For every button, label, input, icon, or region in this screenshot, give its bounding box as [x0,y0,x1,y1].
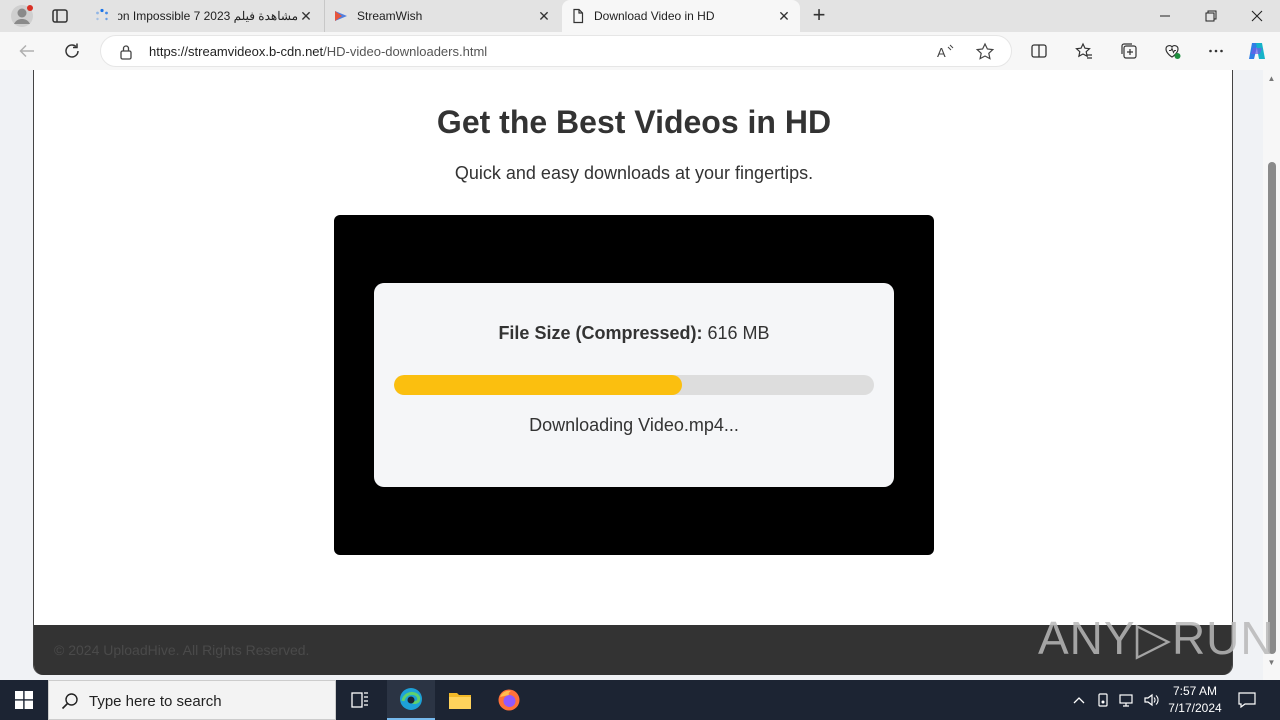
refresh-icon[interactable] [61,40,83,62]
search-icon [61,692,79,710]
task-view-icon[interactable] [336,680,384,720]
tab-close-button[interactable]: ✕ [776,8,792,24]
browser-toolbar: https://streamvideox.b-cdn.net/HD-video-… [0,32,1280,70]
tab-title: StreamWish [357,9,423,23]
profile-avatar-icon[interactable] [10,4,34,28]
favorite-star-icon[interactable] [975,42,995,62]
minimize-button[interactable] [1142,0,1188,32]
clock-date: 7/17/2024 [1168,701,1222,715]
tab-actions-icon[interactable] [51,7,69,25]
download-progress-fill [394,375,682,395]
read-aloud-icon[interactable]: A [935,42,955,62]
tab-title: Download Video in HD [594,9,715,23]
lock-icon[interactable] [119,44,133,60]
tab-download-video[interactable]: Download Video in HD ✕ [562,0,800,32]
page-container: Get the Best Videos in HD Quick and easy… [33,70,1233,675]
scroll-up-icon[interactable]: ▲ [1266,74,1277,84]
download-progress-bar [394,375,874,395]
file-explorer-icon[interactable] [436,680,484,720]
page-headline: Get the Best Videos in HD [436,104,832,140]
taskbar-clock[interactable]: 7:57 AM 7/17/2024 [1160,683,1230,717]
loading-spinner-icon [94,8,110,24]
new-tab-button[interactable]: + [808,4,830,27]
tab-movie[interactable]: مشاهدة فيلم Mission Impossible 7 2023 ✕ [86,0,322,32]
firefox-icon[interactable] [485,680,533,720]
favorites-icon[interactable] [1073,40,1095,62]
scrollbar-thumb[interactable] [1268,162,1276,654]
page-scrollbar[interactable]: ▲ ▼ [1263,70,1280,680]
collections-icon[interactable] [1118,40,1140,62]
close-window-button[interactable] [1234,0,1280,32]
more-options-icon[interactable] [1205,40,1227,62]
windows-start-icon[interactable] [0,680,48,720]
volume-icon[interactable] [1140,680,1162,720]
tab-close-button[interactable]: ✕ [298,8,314,24]
document-icon [570,8,586,24]
url-text[interactable]: https://streamvideox.b-cdn.net/HD-video-… [149,44,487,59]
show-hidden-icons-chevron-icon[interactable] [1068,680,1090,720]
clock-time: 7:57 AM [1172,684,1218,698]
tab-title: مشاهدة فيلم Mission Impossible 7 2023 [118,9,298,23]
tab-strip: مشاهدة فيلم Mission Impossible 7 2023 ✕ … [0,0,1280,32]
watermark-text: ANY▷RUN [1038,612,1275,664]
download-panel: File Size (Compressed): 616 MB Downloadi… [374,283,894,487]
windows-taskbar: Type here to search 7:57 AM 7/17/2024 [0,680,1280,720]
page-viewport: Get the Best Videos in HD Quick and easy… [0,70,1280,680]
url-path: /HD-video-downloaders.html [323,44,488,59]
file-size-value: 616 MB [707,323,770,343]
page-subheadline: Quick and easy downloads at your fingert… [454,163,814,183]
video-player[interactable]: File Size (Compressed): 616 MB Downloadi… [334,215,934,555]
tab-close-button[interactable]: ✕ [536,8,552,24]
file-size-label: File Size (Compressed): [498,323,703,343]
svg-text:A: A [937,45,946,60]
file-size-text: File Size (Compressed): 616 MB [374,323,894,344]
notification-icon[interactable] [1236,680,1258,720]
download-status: Downloading Video.mp4... [529,415,739,435]
streamwish-logo-icon [333,8,349,24]
address-bar[interactable]: https://streamvideox.b-cdn.net/HD-video-… [100,35,1012,67]
network-icon[interactable] [1116,680,1138,720]
footer-copyright: © 2024 UploadHive. All Rights Reserved. [54,642,310,658]
search-placeholder: Type here to search [89,693,222,710]
copilot-icon[interactable] [1246,40,1268,62]
device-tray-icon[interactable] [1092,680,1114,720]
back-arrow-icon[interactable] [16,40,38,62]
url-host: https://streamvideox.b-cdn.net [149,44,324,59]
browser-essentials-icon[interactable] [1161,40,1183,62]
restore-button[interactable] [1188,0,1234,32]
edge-browser-icon[interactable] [387,680,435,720]
tab-streamwish[interactable]: StreamWish ✕ [324,0,560,32]
taskbar-search-box[interactable]: Type here to search [48,680,336,720]
anyrun-watermark: ANY▷RUN [1038,605,1275,671]
split-screen-icon[interactable] [1028,40,1050,62]
